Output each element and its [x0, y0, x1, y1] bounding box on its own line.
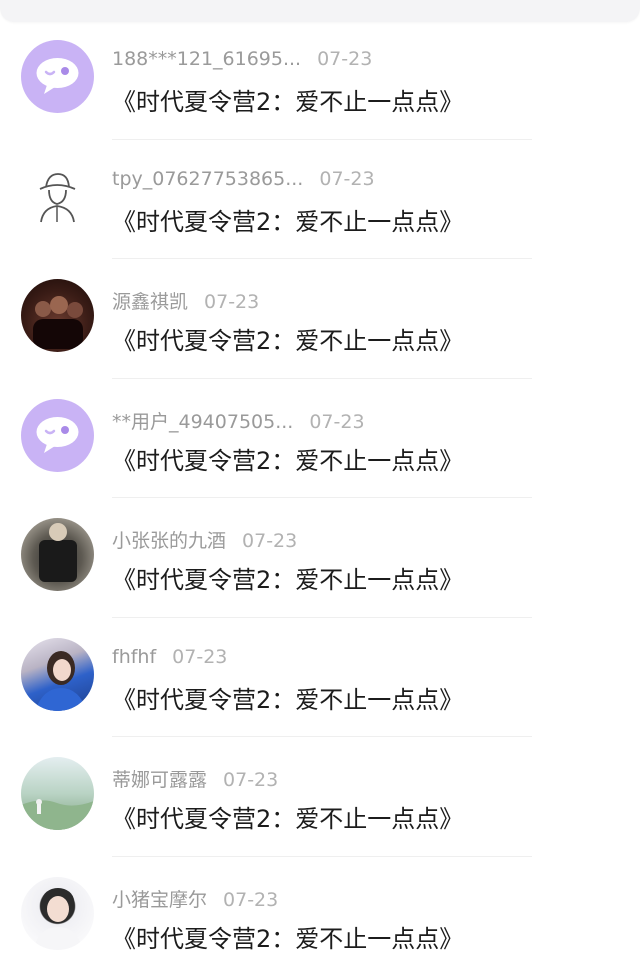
chat-bubble-icon	[21, 399, 94, 472]
avatar[interactable]	[21, 160, 94, 233]
user-name[interactable]: 蒂娜可露露	[112, 765, 207, 792]
group-photo-icon	[21, 279, 94, 352]
avatar[interactable]	[21, 638, 94, 711]
message-meta: 小张张的九酒 07-23	[112, 526, 297, 553]
message-meta: 源鑫祺凯 07-23	[112, 287, 259, 314]
message-title[interactable]: 《时代夏令营2：爱不止一点点》	[112, 321, 463, 356]
message-date: 07-23	[204, 291, 259, 313]
message-meta: tpy_07627753865... 07-23	[112, 168, 375, 190]
message-date: 07-23	[317, 48, 372, 70]
message-title[interactable]: 《时代夏令营2：爱不止一点点》	[112, 560, 463, 595]
avatar[interactable]	[21, 877, 94, 950]
message-meta: 蒂娜可露露 07-23	[112, 765, 278, 792]
message-meta: 188***121_61695... 07-23	[112, 48, 372, 70]
message-date: 07-23	[242, 530, 297, 552]
message-meta: fhfhf 07-23	[112, 646, 227, 668]
avatar[interactable]	[21, 40, 94, 113]
message-date: 07-23	[319, 168, 374, 190]
avatar[interactable]	[21, 279, 94, 352]
message-title[interactable]: 《时代夏令营2：爱不止一点点》	[112, 680, 463, 715]
message-meta: **用户_49407505... 07-23	[112, 407, 365, 434]
avatar[interactable]	[21, 399, 94, 472]
top-bar-edge	[0, 0, 640, 22]
list-item[interactable]: tpy_07627753865... 07-23 《时代夏令营2：爱不止一点点》	[0, 140, 640, 260]
user-name[interactable]: 小张张的九酒	[112, 526, 226, 553]
message-title[interactable]: 《时代夏令营2：爱不止一点点》	[112, 441, 463, 476]
list-item[interactable]: 小张张的九酒 07-23 《时代夏令营2：爱不止一点点》	[0, 498, 640, 618]
message-date: 07-23	[223, 769, 278, 791]
list-item[interactable]: 源鑫祺凯 07-23 《时代夏令营2：爱不止一点点》	[0, 259, 640, 379]
message-title[interactable]: 《时代夏令营2：爱不止一点点》	[112, 919, 463, 954]
list-item[interactable]: 蒂娜可露露 07-23 《时代夏令营2：爱不止一点点》	[0, 737, 640, 857]
chat-bubble-icon	[21, 40, 94, 113]
user-name[interactable]: **用户_49407505...	[112, 407, 293, 434]
user-name[interactable]: fhfhf	[112, 646, 156, 668]
user-name[interactable]: 188***121_61695...	[112, 48, 301, 70]
person-photo-icon	[21, 518, 94, 591]
list-item[interactable]: 188***121_61695... 07-23 《时代夏令营2：爱不止一点点》	[0, 20, 640, 140]
landscape-photo-icon	[21, 757, 94, 830]
list-item[interactable]: 小猪宝摩尔 07-23 《时代夏令营2：爱不止一点点》	[0, 857, 640, 976]
message-date: 07-23	[309, 411, 364, 433]
user-name[interactable]: 小猪宝摩尔	[112, 885, 207, 912]
boy-photo-icon	[21, 877, 94, 950]
user-name[interactable]: tpy_07627753865...	[112, 168, 303, 190]
message-title[interactable]: 《时代夏令营2：爱不止一点点》	[112, 799, 463, 834]
avatar[interactable]	[21, 757, 94, 830]
list-item[interactable]: **用户_49407505... 07-23 《时代夏令营2：爱不止一点点》	[0, 379, 640, 499]
list-item[interactable]: fhfhf 07-23 《时代夏令营2：爱不止一点点》	[0, 618, 640, 738]
message-title[interactable]: 《时代夏令营2：爱不止一点点》	[112, 82, 463, 117]
avatar[interactable]	[21, 518, 94, 591]
message-meta: 小猪宝摩尔 07-23	[112, 885, 278, 912]
user-name[interactable]: 源鑫祺凯	[112, 287, 188, 314]
hat-person-icon	[21, 160, 94, 233]
message-date: 07-23	[172, 646, 227, 668]
message-title[interactable]: 《时代夏令营2：爱不止一点点》	[112, 202, 463, 237]
message-list: 188***121_61695...07-23 《时代夏令营2：爱不止一点点》 …	[0, 20, 640, 976]
girl-photo-icon	[21, 638, 94, 711]
message-date: 07-23	[223, 889, 278, 911]
